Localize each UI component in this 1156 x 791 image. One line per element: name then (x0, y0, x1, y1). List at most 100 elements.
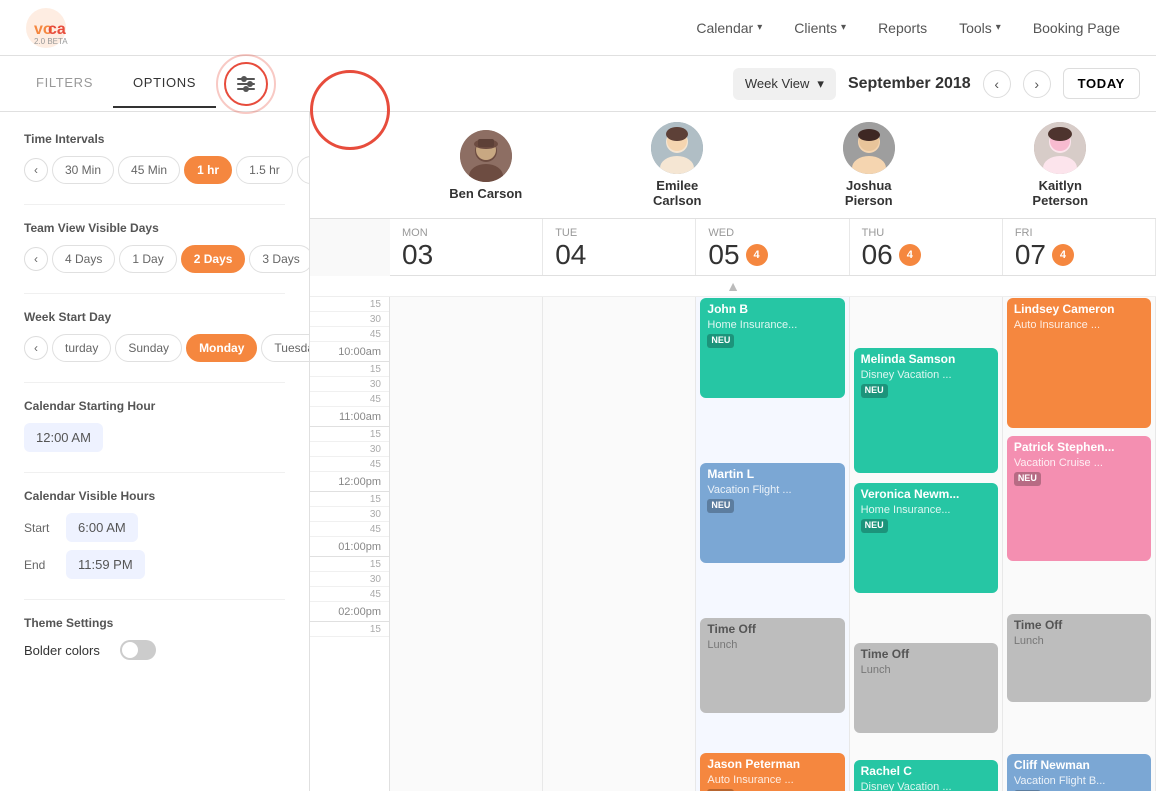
thu-badge: 4 (899, 244, 921, 266)
event-melinda-samson[interactable]: Melinda Samson Disney Vacation ... NEU (854, 348, 998, 473)
toolbar-right: Week View ▾ September 2018 ‹ › TODAY (733, 68, 1140, 100)
time-slot-major: 10:00am (310, 342, 389, 362)
bolder-label: Bolder colors (24, 643, 100, 658)
pill-3days[interactable]: 3 Days (249, 245, 310, 273)
team-days-section: Team View Visible Days ‹ 4 Days 1 Day 2 … (24, 221, 285, 273)
pill-1day[interactable]: 1 Day (119, 245, 176, 273)
time-slot: 30 (310, 572, 389, 587)
svg-text:ca: ca (48, 21, 66, 38)
divider (24, 599, 285, 600)
time-slot: 45 (310, 522, 389, 537)
pill-2days[interactable]: 2 Days (181, 245, 246, 273)
event-john-b[interactable]: John B Home Insurance... NEU (700, 298, 844, 398)
next-month-button[interactable]: › (1023, 70, 1051, 98)
event-badge: NEU (707, 499, 734, 513)
nav-tools[interactable]: Tools ▾ (947, 14, 1013, 42)
divider (24, 293, 285, 294)
logo: vo ca 2.0 BETA (24, 6, 68, 50)
mon-events (390, 297, 542, 791)
thu-events: Melinda Samson Disney Vacation ... NEU V… (850, 297, 1002, 791)
day-header-fri: Fri 07 4 (1003, 219, 1156, 275)
event-jason-peterman[interactable]: Jason Peterman Auto Insurance ... NEU (700, 753, 844, 791)
event-time-off-lunch-fri[interactable]: Time Off Lunch (1007, 614, 1151, 702)
avatar-kaitlyn-peterson (1034, 122, 1086, 174)
days-header: Mon 03 Tue 04 Wed 05 4 Thu 06 4 Fri 07 4 (390, 219, 1156, 276)
pill-sunday[interactable]: Sunday (115, 334, 182, 362)
event-time-off-lunch-wed[interactable]: Time Off Lunch (700, 618, 844, 713)
tab-options[interactable]: OPTIONS (113, 59, 216, 108)
pill-4days[interactable]: 4 Days (52, 245, 115, 273)
cal-start-label: Calendar Starting Hour (24, 399, 285, 413)
start-time-input[interactable]: 6:00 AM (66, 513, 138, 542)
event-veronica-newman[interactable]: Veronica Newm... Home Insurance... NEU (854, 483, 998, 593)
event-badge: NEU (861, 519, 888, 533)
day-columns: John B Home Insurance... NEU Martin L Va… (390, 297, 1156, 791)
pill-tuesday[interactable]: Tuesday (261, 334, 310, 362)
staff-name-kaitlyn-peterson: KaitlynPeterson (1032, 178, 1088, 208)
pill-2[interactable]: 2 (297, 156, 310, 184)
event-cliff-newman[interactable]: Cliff Newman Vacation Flight B... NEU (1007, 754, 1151, 791)
time-slot: 30 (310, 507, 389, 522)
month-nav: September 2018 ‹ › (848, 70, 1051, 98)
event-patrick-stephen[interactable]: Patrick Stephen... Vacation Cruise ... N… (1007, 436, 1151, 561)
tab-filters[interactable]: FILTERS (16, 59, 113, 108)
nav-reports[interactable]: Reports (866, 14, 939, 42)
time-slot: 30 (310, 312, 389, 327)
day-header-tue: Tue 04 (543, 219, 696, 275)
pill-saturday[interactable]: turday (52, 334, 111, 362)
time-slot-major: 01:00pm (310, 537, 389, 557)
fri-badge: 4 (1052, 244, 1074, 266)
event-lindsey-cameron[interactable]: Lindsey Cameron Auto Insurance ... (1007, 298, 1151, 428)
fri-events: Lindsey Cameron Auto Insurance ... Patri… (1003, 297, 1155, 791)
staff-ben-carson: Ben Carson (390, 130, 582, 201)
prev-month-button[interactable]: ‹ (983, 70, 1011, 98)
staff-kaitlyn-peterson: KaitlynPeterson (965, 122, 1156, 208)
wed-events: John B Home Insurance... NEU Martin L Va… (696, 297, 848, 791)
pill-30min[interactable]: 30 Min (52, 156, 114, 184)
pill-1hr[interactable]: 1 hr (184, 156, 232, 184)
pill-15hr[interactable]: 1.5 hr (236, 156, 293, 184)
theme-section: Theme Settings Bolder colors (24, 616, 285, 660)
view-select[interactable]: Week View ▾ (733, 68, 836, 100)
time-intervals-label: Time Intervals (24, 132, 285, 146)
wed-badge: 4 (746, 244, 768, 266)
nav-clients[interactable]: Clients ▾ (782, 14, 858, 42)
nav-links: Calendar ▾ Clients ▾ Reports Tools ▾ Boo… (684, 14, 1132, 42)
nav-booking[interactable]: Booking Page (1021, 14, 1132, 42)
scroll-indicator[interactable]: ▲ (310, 276, 1156, 297)
cal-start-input[interactable]: 12:00 AM (24, 423, 103, 452)
nav-calendar[interactable]: Calendar ▾ (684, 14, 774, 42)
week-start-pills: ‹ turday Sunday Monday Tuesday › (24, 334, 285, 362)
bolder-toggle[interactable] (120, 640, 156, 660)
chevron-down-icon: ▾ (757, 22, 762, 33)
end-time-input[interactable]: 11:59 PM (66, 550, 145, 579)
event-time-off-lunch-thu[interactable]: Time Off Lunch (854, 643, 998, 733)
cal-start-section: Calendar Starting Hour 12:00 AM (24, 399, 285, 452)
time-prev-button[interactable]: ‹ (24, 158, 48, 182)
day-col-fri: Lindsey Cameron Auto Insurance ... Patri… (1003, 297, 1156, 791)
toggle-knob (122, 642, 138, 658)
chevron-down-icon: ▾ (996, 22, 1001, 33)
time-slot: 45 (310, 587, 389, 602)
avatar-ben-carson (460, 130, 512, 182)
days-prev-button[interactable]: ‹ (24, 247, 48, 271)
avatar-joshua-pierson (843, 122, 895, 174)
today-button[interactable]: TODAY (1063, 68, 1140, 99)
chevron-down-icon: ▾ (817, 76, 824, 92)
divider (24, 472, 285, 473)
pill-45min[interactable]: 45 Min (118, 156, 180, 184)
week-prev-button[interactable]: ‹ (24, 336, 48, 360)
divider (24, 204, 285, 205)
time-slot: 45 (310, 392, 389, 407)
start-label: Start (24, 521, 58, 535)
event-martin-l[interactable]: Martin L Vacation Flight ... NEU (700, 463, 844, 563)
sliders-button[interactable] (224, 62, 268, 106)
sliders-icon (237, 78, 255, 90)
pill-monday[interactable]: Monday (186, 334, 257, 362)
event-rachel-c[interactable]: Rachel C Disney Vacation ... NEU (854, 760, 998, 791)
time-slot: 45 (310, 457, 389, 472)
team-days-pills: ‹ 4 Days 1 Day 2 Days 3 Days 4 › (24, 245, 285, 273)
time-intervals-section: Time Intervals ‹ 30 Min 45 Min 1 hr 1.5 … (24, 132, 285, 184)
week-start-label: Week Start Day (24, 310, 285, 324)
bolder-row: Bolder colors (24, 640, 285, 660)
